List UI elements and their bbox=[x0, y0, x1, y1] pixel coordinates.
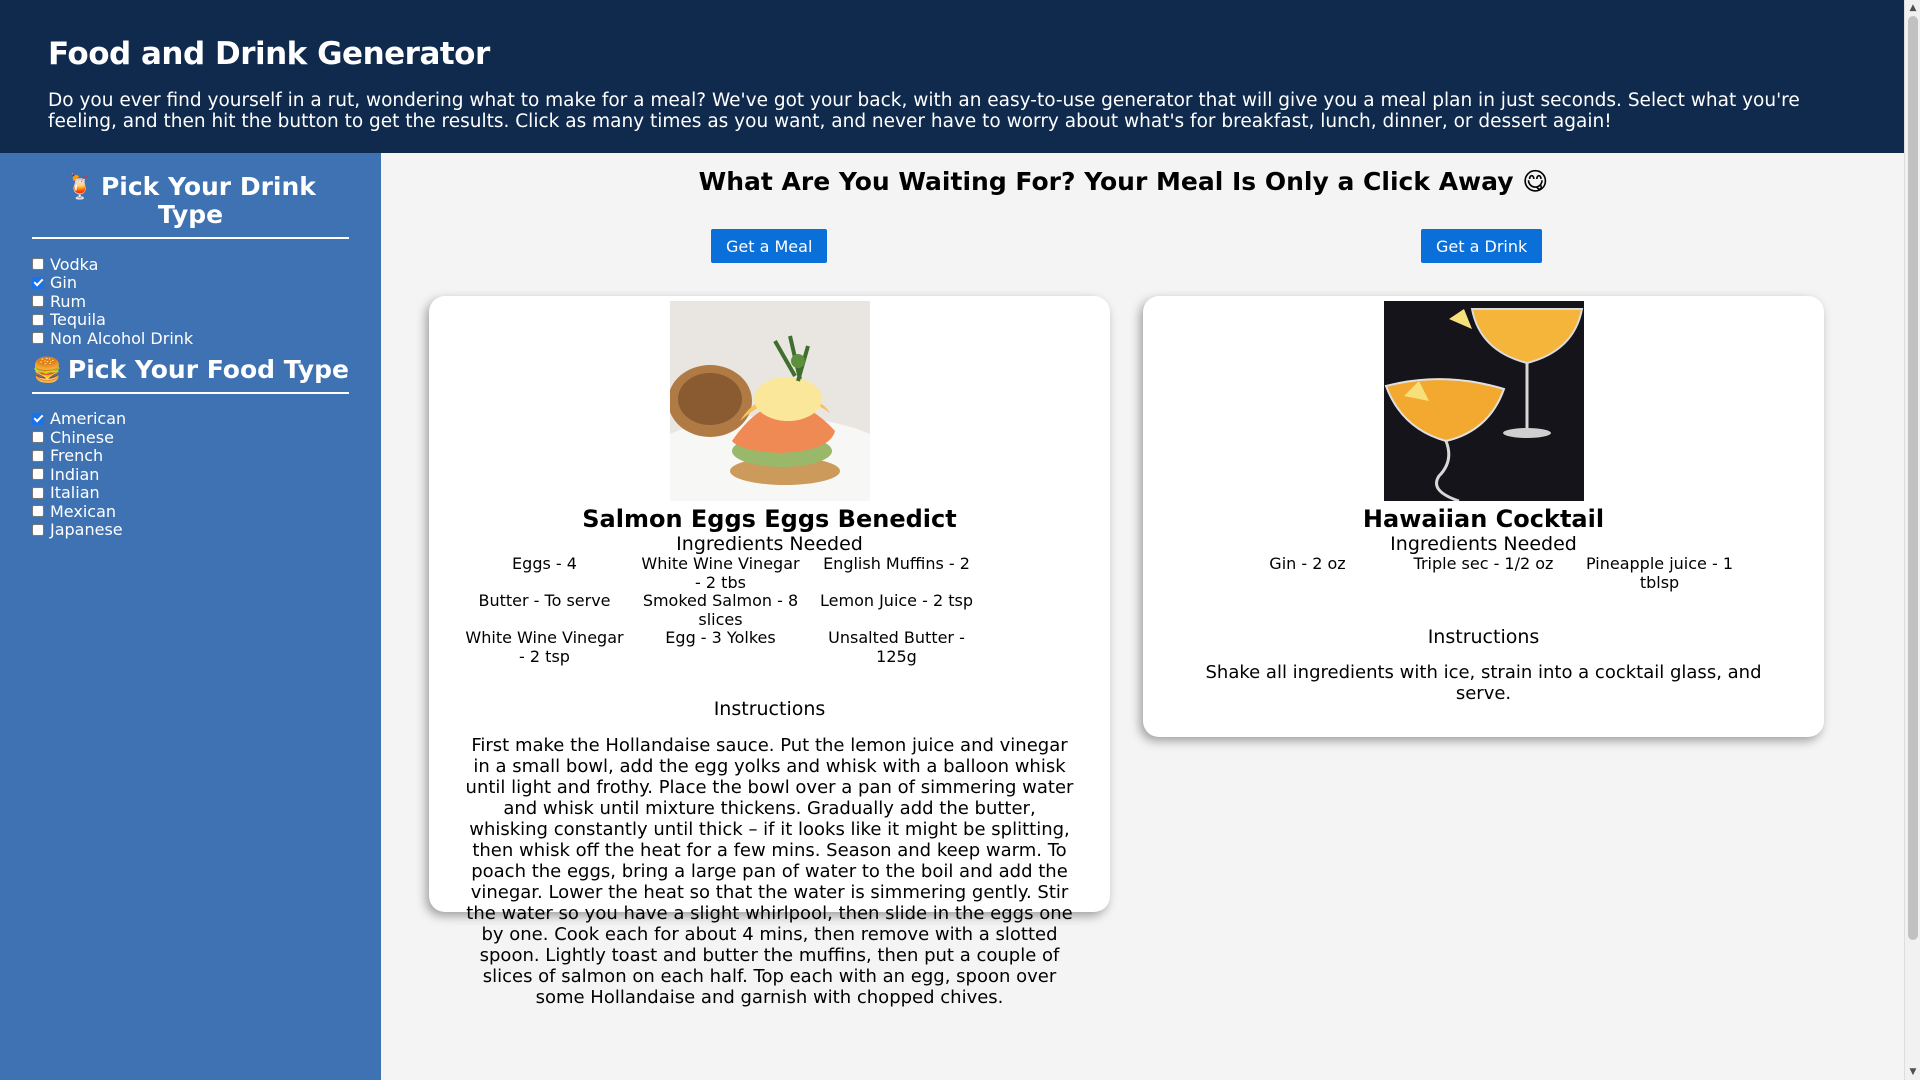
main-heading: What Are You Waiting For? Your Meal Is O… bbox=[381, 167, 1866, 196]
page-scrollbar[interactable]: ▲ ▼ bbox=[1904, 0, 1920, 1080]
page-header: Food and Drink Generator Do you ever fin… bbox=[0, 0, 1904, 153]
drink-name: Hawaiian Cocktail bbox=[1362, 505, 1605, 533]
food-type-option-label[interactable]: Japanese bbox=[50, 520, 123, 539]
drink-type-options: Vodka Gin Rum Tequila Non Alcohol Drink bbox=[32, 255, 349, 348]
food-type-option[interactable]: French bbox=[32, 446, 349, 465]
drink-ingredients-heading: Ingredients Needed bbox=[1390, 533, 1577, 555]
drink-type-heading: 🍹 Pick Your Drink Type bbox=[32, 173, 349, 239]
drink-type-option-label[interactable]: Tequila bbox=[50, 310, 106, 329]
food-type-option[interactable]: Italian bbox=[32, 483, 349, 502]
food-type-checkbox[interactable] bbox=[32, 505, 44, 518]
meal-photo bbox=[669, 301, 870, 501]
meal-ingredient: White Wine Vinegar - 2 tbs bbox=[641, 554, 800, 592]
cocktail-icon: 🍹 bbox=[65, 173, 95, 201]
food-type-checkbox[interactable] bbox=[32, 523, 44, 536]
scroll-down-arrow-icon[interactable]: ▼ bbox=[1905, 1064, 1920, 1080]
meal-ingredient: Lemon Juice - 2 tsp bbox=[820, 591, 973, 610]
get-drink-button[interactable]: Get a Drink bbox=[1421, 229, 1543, 263]
drink-card: Hawaiian Cocktail Ingredients Needed Gin… bbox=[1143, 296, 1824, 737]
main-heading-text: What Are You Waiting For? Your Meal Is O… bbox=[698, 167, 1514, 196]
meal-card: Salmon Eggs Eggs Benedict Ingredients Ne… bbox=[429, 296, 1110, 1008]
drink-instructions: Shake all ingredients with ice, strain i… bbox=[1205, 662, 1762, 704]
food-type-option[interactable]: American bbox=[32, 409, 349, 428]
food-type-option-label[interactable]: Italian bbox=[50, 483, 100, 502]
scrollbar-thumb[interactable] bbox=[1908, 16, 1918, 940]
meal-ingredients-heading: Ingredients Needed bbox=[676, 533, 863, 555]
drink-ingredient: Pineapple juice - 1 tblsp bbox=[1585, 554, 1733, 592]
drink-type-option-label[interactable]: Vodka bbox=[50, 255, 98, 274]
meal-ingredient: Eggs - 4 bbox=[512, 554, 577, 573]
meal-ingredient: Butter - To serve bbox=[478, 591, 611, 610]
drink-ingredient: Gin - 2 oz bbox=[1269, 554, 1346, 573]
meal-ingredient: Unsalted Butter - 125g bbox=[828, 628, 965, 666]
drink-type-checkbox[interactable] bbox=[32, 276, 44, 289]
food-type-option[interactable]: Japanese bbox=[32, 520, 349, 539]
food-type-checkbox[interactable] bbox=[32, 412, 44, 425]
drink-ingredient: Triple sec - 1/2 oz bbox=[1413, 554, 1554, 573]
burger-icon: 🍔 bbox=[32, 355, 62, 384]
drink-type-checkbox[interactable] bbox=[32, 295, 44, 308]
drink-type-checkbox[interactable] bbox=[32, 258, 44, 271]
drink-type-option[interactable]: Gin bbox=[32, 273, 349, 292]
meal-ingredient: Smoked Salmon - 8 slices bbox=[642, 591, 799, 629]
yum-face-icon: 😋 bbox=[1522, 167, 1549, 196]
drink-ingredients-list: Gin - 2 oz Triple sec - 1/2 oz Pineapple j… bbox=[1143, 554, 1824, 592]
drink-type-option[interactable]: Non Alcohol Drink bbox=[32, 329, 349, 348]
food-type-checkbox[interactable] bbox=[32, 486, 44, 499]
food-type-option-label[interactable]: French bbox=[50, 446, 103, 465]
drink-type-option-label[interactable]: Rum bbox=[50, 292, 86, 311]
drink-type-option[interactable]: Vodka bbox=[32, 255, 349, 274]
food-type-heading: 🍔 Pick Your Food Type bbox=[32, 354, 349, 394]
food-type-option[interactable]: Mexican bbox=[32, 502, 349, 521]
drink-instructions-heading: Instructions bbox=[1427, 626, 1540, 648]
meal-instructions: First make the Hollandaise sauce. Put th… bbox=[465, 735, 1074, 1008]
food-type-option-label[interactable]: Chinese bbox=[50, 428, 114, 447]
meal-ingredient: English Muffins - 2 bbox=[823, 554, 970, 573]
food-type-option-label[interactable]: American bbox=[50, 409, 126, 428]
drink-type-checkbox[interactable] bbox=[32, 313, 44, 326]
sidebar: 🍹 Pick Your Drink Type Vodka Gin Rum Tequila… bbox=[0, 153, 381, 1080]
drink-type-title: Pick Your Drink Type bbox=[100, 172, 316, 229]
meal-ingredients-list: Eggs - 4 White Wine Vinegar - 2 tbs Englis… bbox=[331, 554, 1110, 666]
food-type-option[interactable]: Indian bbox=[32, 465, 349, 484]
meal-instructions-heading: Instructions bbox=[713, 698, 826, 720]
drink-type-option-label[interactable]: Non Alcohol Drink bbox=[50, 329, 193, 348]
food-type-option-label[interactable]: Mexican bbox=[50, 502, 116, 521]
page-title: Food and Drink Generator bbox=[48, 36, 490, 72]
meal-ingredient: Egg - 3 Yolkes bbox=[665, 628, 776, 647]
drink-type-option[interactable]: Rum bbox=[32, 292, 349, 311]
drink-photo bbox=[1383, 301, 1584, 501]
main-content: What Are You Waiting For? Your Meal Is O… bbox=[381, 153, 1904, 1080]
food-type-title: Pick Your Food Type bbox=[67, 354, 349, 384]
food-type-options: American Chinese French Indian Italian Mexica… bbox=[32, 409, 349, 539]
meal-name: Salmon Eggs Eggs Benedict bbox=[582, 505, 957, 533]
meal-ingredient: White Wine Vinegar - 2 tsp bbox=[465, 628, 624, 666]
food-type-checkbox[interactable] bbox=[32, 431, 44, 444]
food-type-option-label[interactable]: Indian bbox=[50, 465, 99, 484]
page-description: Do you ever find yourself in a rut, wond… bbox=[48, 90, 1800, 132]
food-type-option[interactable]: Chinese bbox=[32, 428, 349, 447]
drink-type-option[interactable]: Tequila bbox=[32, 310, 349, 329]
food-type-checkbox[interactable] bbox=[32, 468, 44, 481]
food-type-checkbox[interactable] bbox=[32, 449, 44, 462]
get-meal-button[interactable]: Get a Meal bbox=[711, 229, 828, 263]
scroll-up-arrow-icon[interactable]: ▲ bbox=[1905, 0, 1920, 16]
drink-type-option-label[interactable]: Gin bbox=[50, 273, 77, 292]
drink-type-checkbox[interactable] bbox=[32, 332, 44, 345]
